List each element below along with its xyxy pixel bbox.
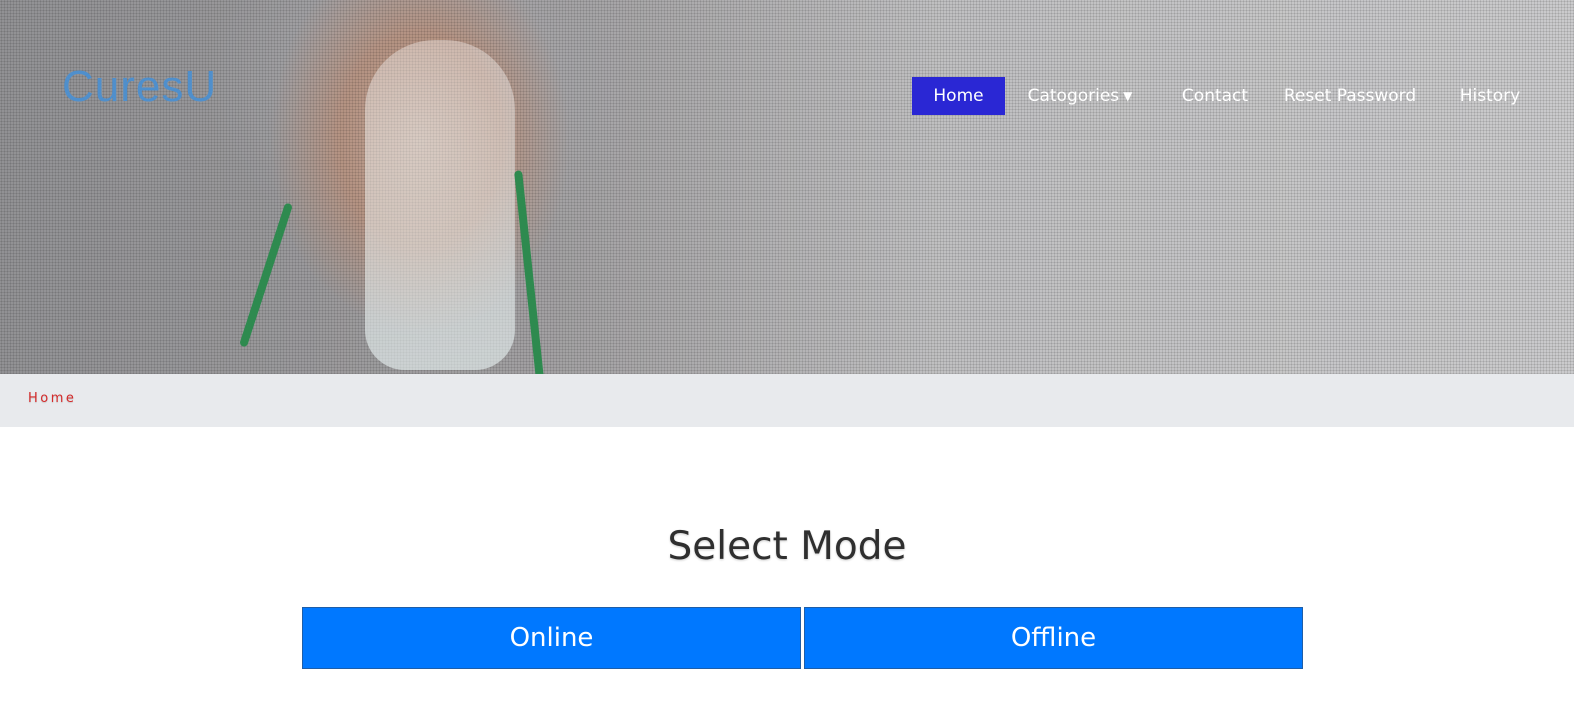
nav-history[interactable]: History: [1450, 77, 1530, 115]
page-title: Select Mode: [667, 524, 907, 569]
nav-contact[interactable]: Contact: [1170, 77, 1260, 115]
offline-mode-button[interactable]: Offline: [804, 607, 1303, 669]
hero-image-strap: [514, 170, 544, 374]
nav-home[interactable]: Home: [912, 77, 1005, 115]
chevron-down-icon: ▼: [1123, 89, 1133, 103]
hero-banner: [0, 0, 1574, 374]
hero-image-strap: [239, 202, 293, 348]
breadcrumb-home[interactable]: Home: [28, 391, 76, 406]
online-mode-button[interactable]: Online: [302, 607, 801, 669]
main-nav: Home Catogories ▼ Contact Reset Password …: [0, 77, 1574, 115]
nav-categories-label: Catogories: [1027, 86, 1120, 106]
nav-categories[interactable]: Catogories ▼: [1020, 77, 1140, 115]
nav-reset-password[interactable]: Reset Password: [1280, 77, 1420, 115]
breadcrumb: Home: [0, 374, 1574, 427]
